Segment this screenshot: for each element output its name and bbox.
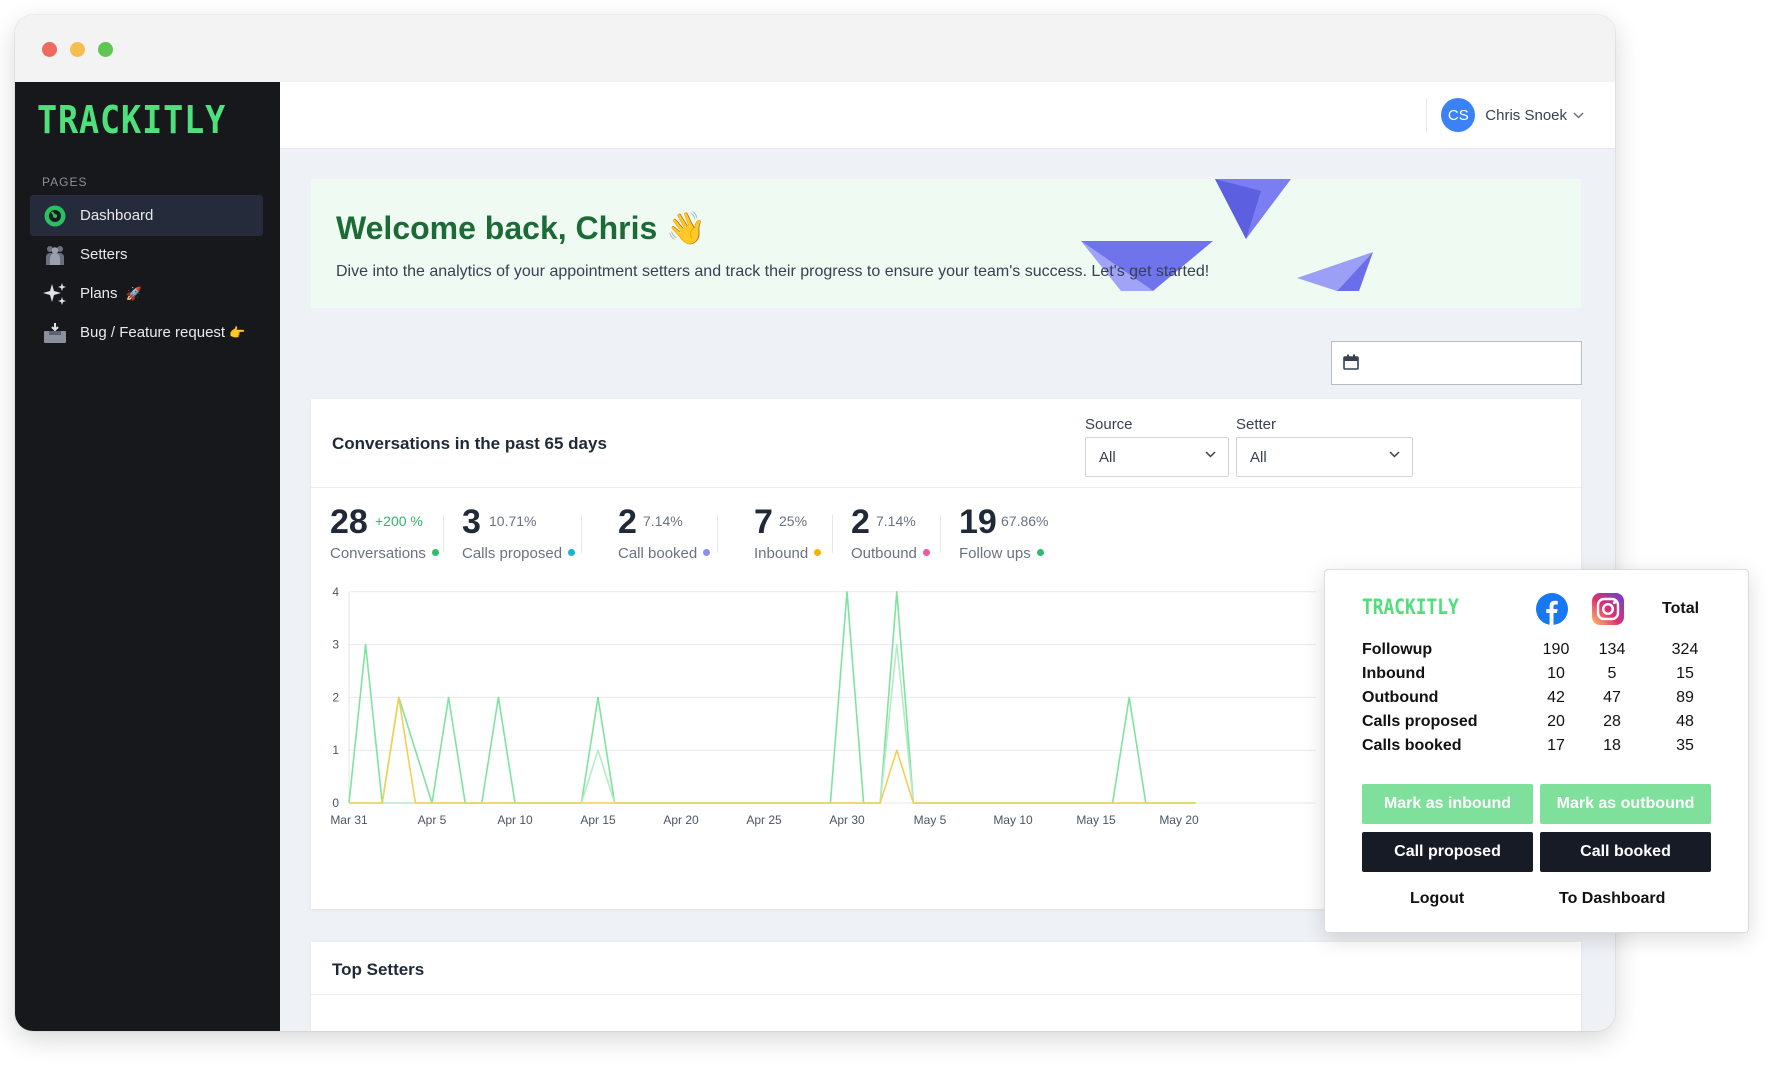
- call-booked-button[interactable]: Call booked: [1540, 832, 1711, 872]
- mark-inbound-button[interactable]: Mark as inbound: [1362, 784, 1533, 824]
- instagram-count: 18: [1603, 737, 1621, 754]
- popup-row-calls-booked: Calls booked 17 18 35: [1362, 737, 1722, 761]
- to-dashboard-link[interactable]: To Dashboard: [1559, 890, 1665, 908]
- extension-popup: TRACKITLY Total Followup 190 134 324 Inb…: [1324, 569, 1749, 933]
- facebook-count: 17: [1547, 737, 1565, 754]
- popup-row-followup: Followup 190 134 324: [1362, 641, 1722, 665]
- avatar: CS: [1441, 98, 1476, 132]
- instagram-count: 5: [1607, 665, 1617, 682]
- facebook-icon: [1536, 593, 1568, 625]
- sidebar-item-label: Plans: [80, 285, 118, 302]
- total-count: 324: [1671, 641, 1699, 658]
- x-tick-label: May 5: [914, 813, 947, 827]
- sidebar-item-dashboard[interactable]: Dashboard: [30, 195, 263, 236]
- total-count: 89: [1676, 689, 1694, 706]
- sidebar-section-label: PAGES: [42, 175, 88, 189]
- popup-logo: TRACKITLY: [1362, 595, 1459, 619]
- row-label: Calls proposed: [1362, 713, 1478, 730]
- x-tick-label: Apr 5: [418, 813, 447, 827]
- instagram-count: 47: [1603, 689, 1621, 706]
- inbox-icon: [42, 320, 68, 346]
- x-tick-label: May 20: [1159, 813, 1199, 827]
- pointing-hand-icon: 👉: [229, 324, 246, 340]
- instagram-count: 28: [1603, 713, 1621, 730]
- x-tick-label: Apr 20: [663, 813, 699, 827]
- date-range-picker[interactable]: [1331, 341, 1582, 385]
- x-tick-label: Apr 25: [746, 813, 782, 827]
- top-setters-card: Top Setters: [311, 942, 1581, 1031]
- total-count: 48: [1676, 713, 1694, 730]
- total-count: 35: [1676, 737, 1694, 754]
- popup-row-outbound: Outbound 42 47 89: [1362, 689, 1722, 713]
- row-label: Calls booked: [1362, 737, 1462, 754]
- sidebar-item-plans[interactable]: Plans 🚀: [30, 273, 263, 314]
- logout-link[interactable]: Logout: [1410, 890, 1464, 908]
- rocket-icon: 🚀: [125, 285, 142, 301]
- close-window-icon[interactable]: [42, 42, 57, 57]
- card-divider: [311, 994, 1581, 995]
- mark-outbound-button[interactable]: Mark as outbound: [1540, 784, 1711, 824]
- popup-row-inbound: Inbound 10 5 15: [1362, 665, 1722, 689]
- user-menu[interactable]: CS Chris Snoek: [1441, 98, 1584, 132]
- y-tick-label: 1: [332, 743, 339, 757]
- top-setters-title: Top Setters: [332, 960, 425, 979]
- row-label: Outbound: [1362, 689, 1439, 706]
- y-tick-label: 2: [332, 690, 339, 704]
- welcome-title: Welcome back, Chris 👋: [336, 210, 707, 246]
- total-count: 15: [1676, 665, 1694, 682]
- facebook-count: 42: [1547, 689, 1565, 706]
- window-titlebar: [15, 15, 1615, 83]
- total-column-header: Total: [1662, 600, 1700, 617]
- maximize-window-icon[interactable]: [98, 42, 113, 57]
- setters-icon: [42, 242, 68, 268]
- dashboard-icon: [42, 203, 68, 229]
- facebook-count: 20: [1547, 713, 1565, 730]
- instagram-count: 134: [1598, 641, 1626, 658]
- sidebar-item-label: Setters: [80, 246, 128, 263]
- sidebar-item-label: Bug / Feature request: [80, 324, 226, 341]
- user-name: Chris Snoek: [1485, 106, 1567, 124]
- sidebar-item-label: Dashboard: [80, 207, 154, 224]
- row-label: Inbound: [1362, 665, 1426, 682]
- sidebar-item-setters[interactable]: Setters: [30, 234, 263, 275]
- row-label: Followup: [1362, 641, 1433, 658]
- sparkles-icon: [42, 281, 68, 307]
- series-line-1: [349, 643, 1196, 804]
- top-header: CS Chris Snoek: [280, 82, 1615, 149]
- y-tick-label: 4: [332, 585, 339, 599]
- x-tick-label: Mar 31: [330, 813, 368, 827]
- y-tick-label: 0: [332, 796, 339, 810]
- x-tick-label: May 10: [993, 813, 1033, 827]
- y-tick-label: 3: [332, 638, 339, 652]
- instagram-icon: [1592, 593, 1624, 625]
- popup-row-calls-proposed: Calls proposed 20 28 48: [1362, 713, 1722, 737]
- calendar-icon: [1343, 354, 1359, 370]
- minimize-window-icon[interactable]: [70, 42, 85, 57]
- chevron-down-icon: [1573, 111, 1584, 119]
- x-tick-label: Apr 10: [497, 813, 533, 827]
- header-divider: [1426, 98, 1427, 132]
- x-tick-label: Apr 30: [829, 813, 865, 827]
- x-tick-label: Apr 15: [580, 813, 616, 827]
- sidebar: TRACKITLY PAGES Dashboard Setters Plans …: [15, 82, 280, 1031]
- call-proposed-button[interactable]: Call proposed: [1362, 832, 1533, 872]
- x-tick-label: May 15: [1076, 813, 1116, 827]
- welcome-subtitle: Dive into the analytics of your appointm…: [336, 263, 1210, 280]
- sidebar-item-bug-feature[interactable]: Bug / Feature request 👉: [30, 312, 263, 353]
- app-logo[interactable]: TRACKITLY: [37, 98, 226, 142]
- facebook-count: 10: [1547, 665, 1565, 682]
- facebook-count: 190: [1542, 641, 1570, 658]
- welcome-banner: Welcome back, Chris 👋 Dive into the anal…: [311, 179, 1581, 308]
